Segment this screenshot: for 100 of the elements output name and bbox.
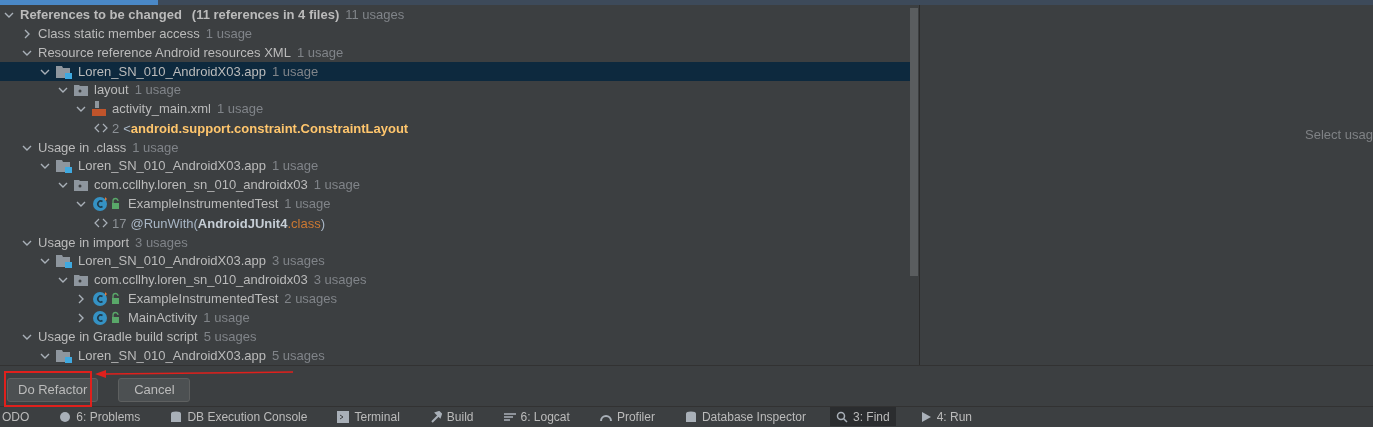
package-folder-icon — [74, 179, 88, 192]
node-label: ExampleInstrumentedTest — [128, 196, 279, 213]
module-folder-icon — [56, 159, 72, 174]
tool-window-tab[interactable]: Terminal — [331, 407, 406, 426]
package-folder-icon — [74, 84, 88, 97]
module-folder-icon — [56, 348, 72, 363]
usage-count: 11 usages — [345, 6, 405, 23]
node-label: References to be changed — [20, 6, 182, 23]
xml-file-icon — [92, 101, 106, 118]
usage-count: 1 usage — [284, 196, 331, 213]
tool-window-label: 3: Find — [852, 408, 890, 426]
tool-window-label: Database Inspector — [701, 408, 806, 426]
package-folder-icon — [74, 274, 88, 287]
tree-row[interactable]: Loren_SN_010_AndroidX03.app 3 usages — [0, 251, 910, 271]
tool-window-tab[interactable]: 3: Find — [829, 407, 896, 426]
line-number: 2 — [112, 119, 120, 138]
tool-window-tab[interactable]: 6: Problems — [53, 407, 147, 426]
tree-row[interactable]: ExampleInstrumentedTest 2 usages — [0, 289, 910, 309]
node-label: com.ccllhy.loren_sn_010_androidx03 — [94, 177, 308, 194]
tool-window-tab[interactable]: Build — [423, 407, 480, 426]
module-folder-icon — [56, 64, 72, 79]
usage-count: 5 usages — [271, 347, 325, 364]
tree-row[interactable]: Resource reference Android resources XML 1 usage — [0, 43, 910, 63]
usage-count: 3 usages — [135, 234, 188, 251]
test-class-icon — [92, 196, 122, 213]
node-label: com.ccllhy.loren_sn_010_androidx03 — [94, 272, 308, 289]
usage-count: 1 usage — [271, 63, 319, 80]
node-label: ExampleInstrumentedTest — [128, 291, 279, 308]
list-icon — [503, 410, 516, 423]
hammer-icon — [429, 410, 442, 423]
play-icon — [919, 410, 932, 423]
tree-row[interactable]: ExampleInstrumentedTest 1 usage — [0, 194, 910, 214]
line-number: 17 — [112, 214, 127, 233]
chevron-right-icon[interactable] — [22, 28, 32, 39]
node-label: Usage in Gradle build script — [38, 328, 198, 345]
usage-count: 1 usage — [296, 44, 344, 61]
usage-count: 1 usage — [313, 177, 360, 194]
node-label: Loren_SN_010_AndroidX03.app — [78, 347, 266, 364]
tree-row[interactable]: Usage in Gradle build script 5 usages — [0, 327, 910, 347]
class-icon — [92, 309, 122, 326]
chevron-right-icon[interactable] — [76, 294, 86, 305]
tree-row[interactable]: layout 1 usage — [0, 81, 910, 100]
tool-window-label: Profiler — [616, 408, 655, 426]
code-usage-row[interactable]: 2 <android.support.constraint.ConstraintLayout — [0, 118, 910, 139]
node-label: Loren_SN_010_AndroidX03.app — [78, 253, 266, 270]
tree-row[interactable]: Loren_SN_010_AndroidX03.app 1 usage — [0, 62, 910, 82]
tree-row[interactable]: Usage in .class 1 usage — [0, 138, 910, 158]
tool-window-label: 6: Problems — [76, 408, 141, 426]
usage-count: 5 usages — [203, 328, 257, 345]
tool-window-label: Terminal — [354, 408, 400, 426]
tree-row[interactable]: Usage in import 3 usages — [0, 233, 910, 252]
code-tag-icon — [94, 123, 108, 134]
cancel-button[interactable]: Cancel — [118, 378, 191, 402]
tool-window-tab[interactable]: DB Execution Console — [164, 407, 314, 426]
code-usage-row[interactable]: 17 @RunWith(AndroidJUnit4.class) — [0, 213, 910, 234]
tree-row[interactable]: References to be changed (11 references in 4 files) 11 usages — [0, 5, 910, 25]
usage-count: 1 usage — [216, 101, 264, 118]
usage-count: 2 usages — [284, 291, 338, 308]
tree-row[interactable]: com.ccllhy.loren_sn_010_androidx03 1 usage — [0, 175, 910, 195]
tree-row[interactable]: activity_main.xml 1 usage — [0, 99, 910, 119]
usage-count: 1 usage — [205, 25, 253, 42]
node-label: Usage in import — [38, 234, 130, 251]
tool-window-tab[interactable]: ODO — [0, 407, 36, 426]
tool-window-tab[interactable]: 4: Run — [913, 407, 978, 426]
tree-row[interactable]: Loren_SN_010_AndroidX03.app 5 usages — [0, 346, 910, 365]
usage-count: 1 usage — [134, 82, 181, 99]
usage-count: 3 usages — [271, 253, 325, 270]
database-icon — [170, 410, 183, 423]
tool-window-tab[interactable]: Database Inspector — [678, 407, 812, 426]
search-icon — [835, 410, 848, 423]
usage-count: 1 usage — [132, 139, 179, 156]
code-snippet: <android.support.constraint.ConstraintLayout — [123, 119, 409, 138]
usage-count: 3 usages — [313, 272, 367, 289]
node-detail: (11 references in 4 files) — [191, 6, 340, 24]
preview-message: Select usag — [1305, 126, 1373, 144]
tool-window-label: 4: Run — [936, 408, 972, 426]
tool-window-tab[interactable]: Profiler — [593, 407, 661, 426]
node-label: Class static member access — [38, 25, 200, 42]
tool-window-tab[interactable]: 6: Logcat — [497, 407, 576, 426]
module-folder-icon — [56, 254, 72, 269]
code-snippet: @RunWith(AndroidJUnit4.class) — [130, 214, 325, 233]
node-label: Loren_SN_010_AndroidX03.app — [78, 63, 266, 80]
refactor-button[interactable]: Do Refactor — [7, 378, 99, 402]
node-label: Resource reference Android resources XML — [38, 44, 291, 61]
node-label: Loren_SN_010_AndroidX03.app — [78, 158, 266, 175]
tree-row[interactable]: Loren_SN_010_AndroidX03.app 1 usage — [0, 157, 910, 176]
usage-count: 1 usage — [271, 158, 319, 175]
node-label: MainActivity — [128, 309, 198, 326]
tree-row[interactable]: com.ccllhy.loren_sn_010_androidx03 3 usages — [0, 270, 910, 290]
code-tag-icon — [94, 218, 108, 229]
node-label: layout — [94, 82, 129, 99]
tool-window-label: ODO — [2, 408, 30, 426]
tool-window-label: 6: Logcat — [520, 408, 570, 426]
tree-row[interactable]: MainActivity 1 usage — [0, 308, 910, 328]
chevron-right-icon[interactable] — [76, 312, 86, 323]
scrollbar-thumb[interactable] — [910, 8, 918, 276]
tree-row[interactable]: Class static member access 1 usage — [0, 24, 910, 44]
test-class-icon — [92, 291, 122, 308]
node-label: Usage in .class — [38, 139, 127, 156]
database-icon — [684, 410, 697, 423]
